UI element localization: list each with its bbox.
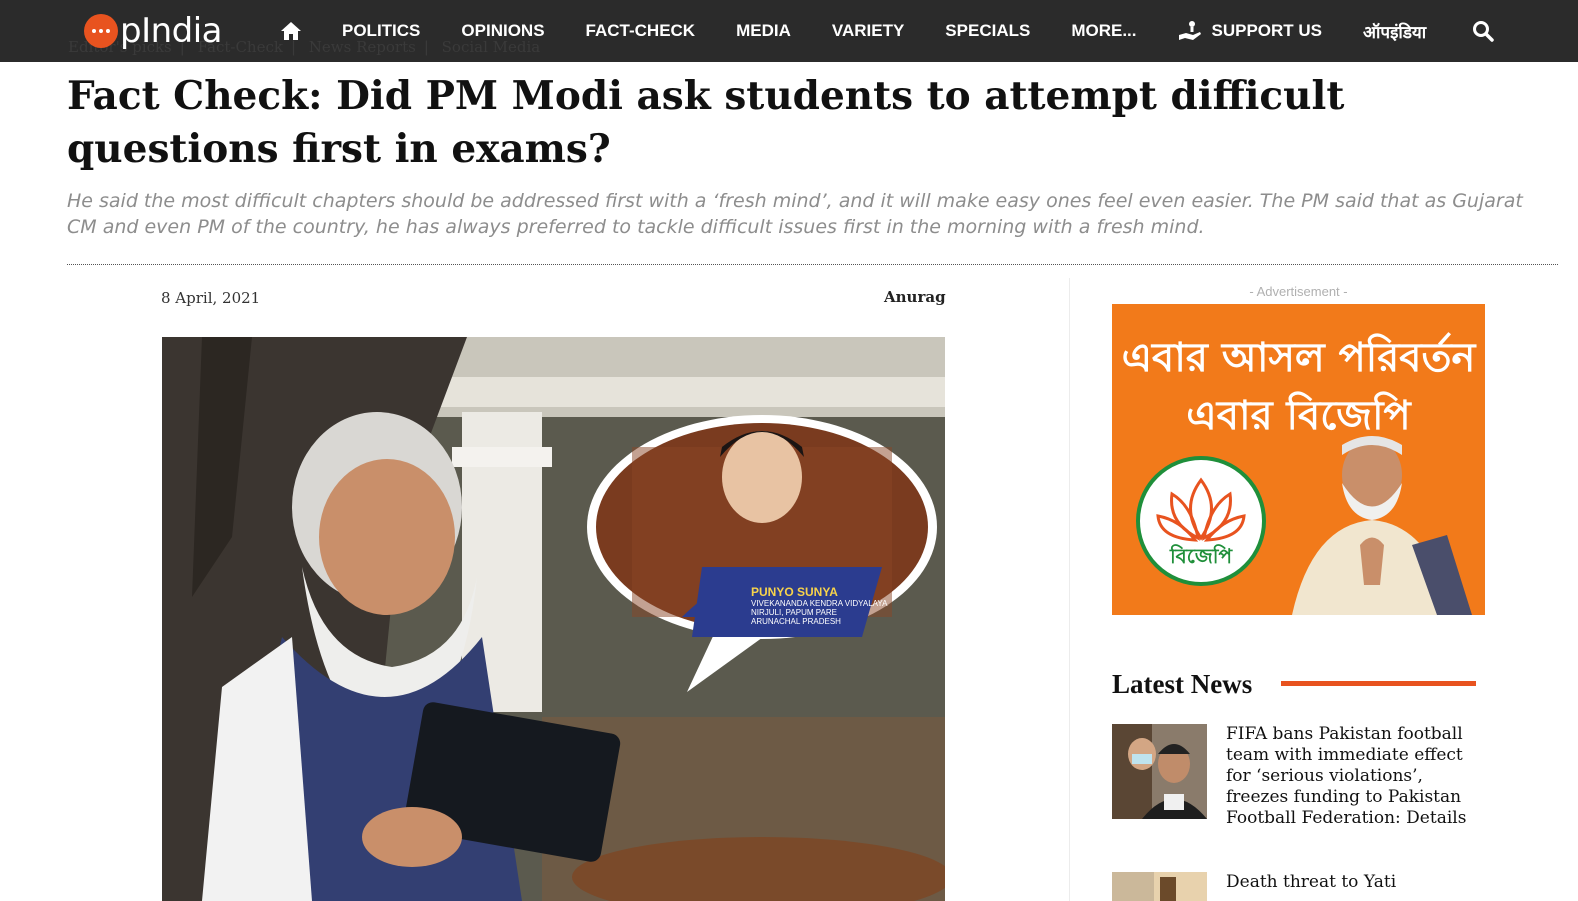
party-logo-text: বিজেপি — [1169, 544, 1233, 568]
news-thumbnail[interactable] — [1112, 724, 1207, 819]
title-divider — [67, 264, 1558, 265]
hero-caption-line: NIRJULI, PAPUM PARE — [751, 608, 837, 617]
support-us-label: SUPPORT US — [1211, 21, 1323, 40]
nav-item-specials[interactable]: SPECIALS — [945, 21, 1030, 41]
support-us-button[interactable]: SUPPORT US — [1178, 20, 1323, 42]
lotus-icon — [1156, 477, 1246, 542]
author-name[interactable]: Anurag — [884, 288, 946, 306]
article-title: Fact Check: Did PM Modi ask students to … — [67, 73, 1345, 172]
news-list-item[interactable]: FIFA bans Pakistan football team with im… — [1112, 724, 1492, 828]
advertisement-banner[interactable]: এবার আসল পরিবর্তন এবার বিজেপি বিজেপি — [1112, 304, 1485, 615]
nav-item-fact-check[interactable]: FACT-CHECK — [586, 21, 696, 41]
main-menu: POLITICS OPINIONS FACT-CHECK MEDIA VARIE… — [280, 0, 1467, 62]
nav-item-more[interactable]: MORE... — [1071, 21, 1136, 41]
nav-item-hindi-site[interactable]: ऑपइंडिया — [1363, 20, 1426, 43]
advertisement-label: - Advertisement - — [1249, 284, 1348, 299]
news-title-link[interactable]: Death threat to Yati — [1226, 872, 1486, 893]
ad-headline: এবার আসল পরিবর্তন — [1121, 335, 1476, 381]
ad-person-image — [1292, 436, 1472, 615]
article-hero-image: PUNYO SUNYA VIVEKANANDA KENDRA VIDYALAYA… — [162, 337, 945, 901]
nav-item-politics[interactable]: POLITICS — [342, 21, 420, 41]
news-thumbnail[interactable] — [1112, 872, 1207, 901]
nav-item-media[interactable]: MEDIA — [736, 21, 791, 41]
nav-item-variety[interactable]: VARIETY — [832, 21, 904, 41]
site-logo[interactable]: pIndia — [84, 10, 223, 52]
hero-caption-line: ARUNACHAL PRADESH — [751, 617, 841, 626]
latest-news-accent-bar — [1281, 681, 1476, 686]
hero-caption-name: PUNYO SUNYA — [751, 585, 838, 599]
hero-caption-line: VIVEKANANDA KENDRA VIDYALAYA — [751, 599, 888, 608]
logo-speech-bubble-icon — [84, 14, 118, 48]
logo-text: pIndia — [120, 11, 223, 51]
donate-hand-icon — [1178, 21, 1201, 40]
news-title-link[interactable]: FIFA bans Pakistan football team with im… — [1226, 724, 1486, 829]
search-icon[interactable] — [1472, 20, 1494, 42]
column-divider — [1069, 278, 1070, 901]
nav-item-opinions[interactable]: OPINIONS — [461, 21, 544, 41]
publish-date: 8 April, 2021 — [161, 289, 261, 307]
latest-news-heading: Latest News — [1112, 669, 1253, 699]
news-list-item[interactable]: Death threat to Yati — [1112, 872, 1492, 901]
home-icon[interactable] — [280, 21, 302, 41]
article-subtitle: He said the most difficult chapters shou… — [67, 190, 1523, 238]
party-logo: বিজেপি — [1136, 456, 1266, 586]
top-navigation-bar: Editor's picks | Fact-Check | News Reports… — [0, 0, 1578, 62]
